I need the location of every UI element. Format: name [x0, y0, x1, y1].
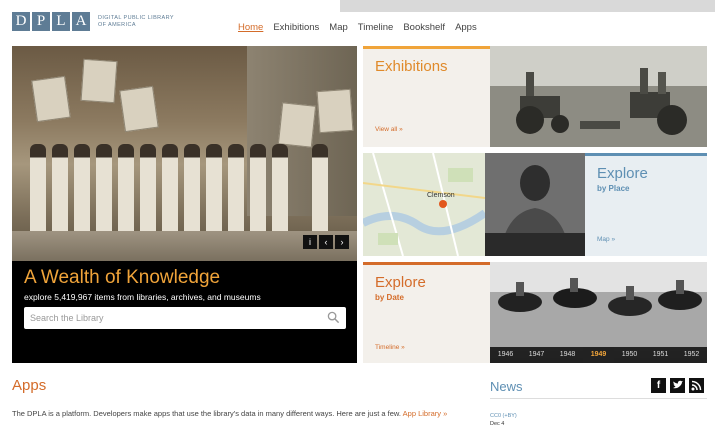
dpla-logo[interactable]: D P L A Digital Public Library of Americ…: [12, 12, 188, 31]
logo-text-line2: of America: [98, 21, 136, 28]
nav-exhibitions[interactable]: Exhibitions: [273, 22, 319, 33]
tractor-photo-art: [490, 46, 707, 147]
year-1947[interactable]: 1947: [521, 347, 552, 363]
nav-home[interactable]: Home: [238, 22, 263, 33]
explore-by-place-tile[interactable]: Explore by Place Map »: [585, 153, 707, 256]
prev-slide-button[interactable]: ‹: [319, 235, 333, 249]
explore-place-title: Explore: [597, 165, 648, 182]
hero-banner: [277, 102, 317, 148]
logo-letters: D P L A: [12, 12, 92, 31]
nav-apps[interactable]: Apps: [455, 22, 477, 33]
app-library-link[interactable]: App Library »: [403, 409, 448, 418]
horse-race-art: [490, 262, 707, 347]
logo-letter: P: [32, 12, 50, 31]
nav-timeline[interactable]: Timeline: [358, 22, 394, 33]
hero-photo-suffragists: [12, 46, 357, 261]
explore-by-date-tile[interactable]: Explore by Date Timeline »: [363, 262, 490, 363]
date-photo-horse-race[interactable]: 1946 1947 1948 1949 1950 1951 1952: [490, 262, 707, 363]
search-icon[interactable]: [327, 311, 340, 324]
map-art: Clemson: [363, 153, 485, 256]
logo-letter: A: [72, 12, 90, 31]
year-1946[interactable]: 1946: [490, 347, 521, 363]
search-input[interactable]: [30, 310, 320, 326]
hero-figure: [74, 144, 90, 239]
map-link[interactable]: Map »: [597, 236, 615, 243]
hero-figure: [206, 144, 222, 239]
hero-figure: [272, 144, 288, 239]
hero-banner: [31, 75, 71, 123]
place-map-tile[interactable]: Clemson: [363, 153, 485, 256]
hero-subtitle: explore 5,419,967 items from libraries, …: [24, 292, 261, 302]
explore-date-title: Explore: [375, 274, 426, 291]
hero-figure: [184, 144, 200, 239]
top-strip: [340, 0, 715, 12]
twitter-bird-icon: [673, 380, 683, 389]
hero-figure: [228, 144, 244, 239]
year-1951[interactable]: 1951: [645, 347, 676, 363]
tile-accent-bar: [363, 262, 490, 265]
logo-wordmark: Digital Public Library of America: [98, 15, 188, 29]
place-photo-portrait[interactable]: [485, 153, 585, 256]
rss-feed-icon: [691, 380, 702, 391]
news-heading: News: [490, 379, 523, 394]
apps-heading: Apps: [12, 377, 47, 394]
exhibitions-view-all-link[interactable]: View all »: [375, 126, 403, 133]
news-item-date: Dec 4: [490, 421, 505, 427]
rss-icon[interactable]: [689, 378, 704, 393]
explore-date-subtitle: by Date: [375, 293, 404, 302]
tile-accent-bar: [363, 46, 490, 49]
search-box: [24, 307, 346, 329]
hero-banner: [80, 58, 118, 104]
logo-text-line1: Digital Public Library: [98, 14, 174, 21]
hero-figure: [250, 144, 266, 239]
hero-figure: [312, 144, 328, 239]
year-1948[interactable]: 1948: [552, 347, 583, 363]
apps-description: The DPLA is a platform. Developers make …: [12, 407, 472, 420]
nav-bookshelf[interactable]: Bookshelf: [403, 22, 445, 33]
hero-figure: [118, 144, 134, 239]
hero: i ‹ › A Wealth of Knowledge explore 5,41…: [12, 46, 357, 363]
timeline-link[interactable]: Timeline »: [375, 344, 405, 351]
hero-controls: i ‹ ›: [303, 235, 349, 249]
social-links: f: [651, 378, 704, 393]
page: D P L A Digital Public Library of Americ…: [0, 0, 715, 432]
hero-figure: [52, 144, 68, 239]
exhibitions-photo-tractor[interactable]: [490, 46, 707, 147]
year-selector: 1946 1947 1948 1949 1950 1951 1952: [490, 347, 707, 363]
next-slide-button[interactable]: ›: [335, 235, 349, 249]
portrait-photo-art: [485, 153, 585, 256]
news-item-link[interactable]: CC0 (+BY): [490, 412, 517, 421]
year-1950[interactable]: 1950: [614, 347, 645, 363]
exhibitions-title: Exhibitions: [375, 58, 448, 75]
hero-title: A Wealth of Knowledge: [24, 267, 221, 288]
twitter-icon[interactable]: [670, 378, 685, 393]
hero-figure: [30, 144, 46, 239]
info-button[interactable]: i: [303, 235, 317, 249]
apps-description-text: The DPLA is a platform. Developers make …: [12, 409, 401, 418]
facebook-icon[interactable]: f: [651, 378, 666, 393]
logo-letter: D: [12, 12, 30, 31]
nav-map[interactable]: Map: [329, 22, 347, 33]
main-nav: Home Exhibitions Map Timeline Bookshelf …: [238, 22, 487, 33]
hero-banner: [316, 88, 354, 134]
exhibitions-tile[interactable]: Exhibitions View all »: [363, 46, 490, 147]
hero-figure: [140, 144, 156, 239]
hero-figure: [96, 144, 112, 239]
map-label: Clemson: [427, 192, 455, 199]
year-1949[interactable]: 1949: [583, 347, 614, 363]
year-1952[interactable]: 1952: [676, 347, 707, 363]
news-divider: [490, 398, 707, 399]
hero-figure: [162, 144, 178, 239]
explore-place-subtitle: by Place: [597, 184, 630, 193]
hero-banner: [119, 85, 159, 133]
logo-letter: L: [52, 12, 70, 31]
tile-accent-bar: [585, 153, 707, 156]
